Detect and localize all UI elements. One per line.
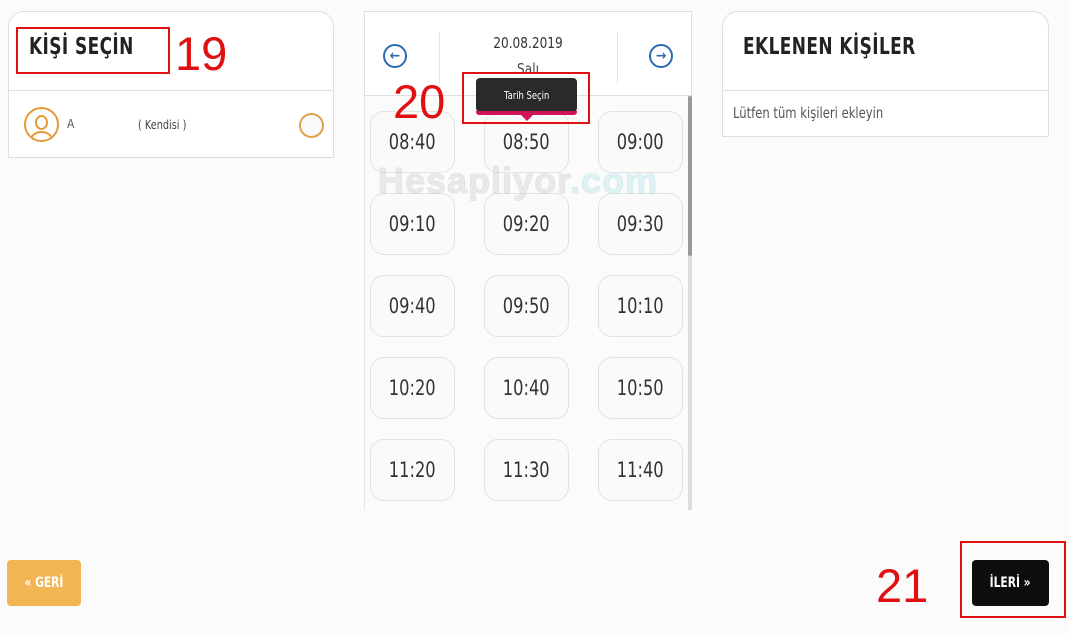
time-slot[interactable]: 11:40 bbox=[598, 439, 683, 501]
time-slot-label: 09:50 bbox=[503, 294, 550, 318]
person-select-radio[interactable] bbox=[299, 113, 324, 138]
added-people-title: EKLENEN KİŞİLER bbox=[743, 34, 916, 60]
time-slot[interactable]: 09:10 bbox=[370, 193, 455, 255]
arrow-right-circle-icon[interactable]: → bbox=[649, 44, 673, 68]
time-slot-label: 08:40 bbox=[389, 130, 436, 154]
selected-date[interactable]: 20.08.2019 bbox=[471, 34, 584, 52]
annotation-box-21 bbox=[960, 541, 1066, 618]
annotation-number-21: 21 bbox=[876, 559, 929, 612]
time-slot[interactable]: 11:30 bbox=[484, 439, 569, 501]
annotation-box-19 bbox=[16, 27, 170, 74]
time-slot[interactable]: 10:40 bbox=[484, 357, 569, 419]
time-slot-label: 09:00 bbox=[617, 130, 664, 154]
time-slot[interactable]: 09:40 bbox=[370, 275, 455, 337]
time-slot-label: 10:40 bbox=[503, 376, 550, 400]
time-slot[interactable]: 10:10 bbox=[598, 275, 683, 337]
time-slot-label: 09:20 bbox=[503, 212, 550, 236]
time-slot[interactable]: 09:50 bbox=[484, 275, 569, 337]
time-slot-list: 08:40 08:50 09:00 09:10 09:20 09:30 09:40 09:50… bbox=[364, 96, 692, 510]
time-slot[interactable]: 10:20 bbox=[370, 357, 455, 419]
time-slot-label: 11:40 bbox=[617, 458, 664, 482]
back-button[interactable]: « GERİ bbox=[7, 560, 81, 606]
scrollbar-thumb[interactable] bbox=[688, 96, 692, 256]
time-slot-scrollbar[interactable] bbox=[688, 96, 692, 510]
person-relation: ( Kendisi ) bbox=[138, 118, 187, 132]
person-name: A bbox=[67, 117, 75, 131]
annotation-box-20 bbox=[462, 72, 590, 124]
time-slot[interactable]: 11:20 bbox=[370, 439, 455, 501]
time-slot-label: 10:10 bbox=[617, 294, 664, 318]
added-people-hint: Lütfen tüm kişileri ekleyin bbox=[733, 104, 884, 122]
time-slot[interactable]: 09:30 bbox=[598, 193, 683, 255]
time-slot-label: 09:40 bbox=[389, 294, 436, 318]
time-slot-label: 11:20 bbox=[389, 458, 436, 482]
arrow-left-circle-icon[interactable]: ← bbox=[383, 44, 407, 68]
time-slot-label: 10:50 bbox=[617, 376, 664, 400]
time-slot-label: 08:50 bbox=[503, 130, 550, 154]
annotation-number-20: 20 bbox=[393, 75, 446, 128]
divider bbox=[617, 32, 618, 84]
added-people-header: EKLENEN KİŞİLER bbox=[722, 11, 1049, 91]
time-slot-label: 10:20 bbox=[389, 376, 436, 400]
time-slot[interactable]: 09:00 bbox=[598, 111, 683, 173]
time-slot-label: 11:30 bbox=[503, 458, 550, 482]
added-people-list: Lütfen tüm kişileri ekleyin bbox=[722, 90, 1049, 137]
user-avatar-icon bbox=[24, 107, 59, 142]
time-slot-label: 09:30 bbox=[617, 212, 664, 236]
time-slot[interactable]: 09:20 bbox=[484, 193, 569, 255]
time-slot[interactable]: 10:50 bbox=[598, 357, 683, 419]
time-slot-label: 09:10 bbox=[389, 212, 436, 236]
annotation-number-19: 19 bbox=[175, 27, 228, 80]
person-list: A ( Kendisi ) bbox=[8, 90, 334, 158]
